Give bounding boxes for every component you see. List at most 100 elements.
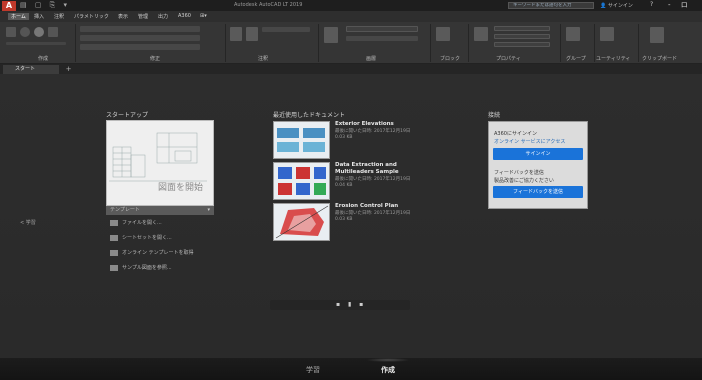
panel-clipboard-label[interactable]: クリップボード: [642, 55, 677, 62]
recent-document-size: 0.04 KB: [335, 183, 353, 188]
circle-tool-icon[interactable]: [34, 27, 44, 37]
tab-parametric[interactable]: パラメトリック: [74, 13, 109, 20]
tab-learn[interactable]: 学習: [306, 365, 320, 375]
panel-utilities-label[interactable]: ユーティリティ: [596, 55, 630, 62]
panel-group-label[interactable]: グループ: [566, 55, 586, 62]
recent-document-name: Exterior Elevations: [335, 121, 394, 127]
recent-document-name: Data Extraction and Multileaders Sample: [335, 162, 399, 175]
panel-properties-label[interactable]: プロパティ: [496, 55, 521, 62]
draw-tools-row[interactable]: [6, 42, 66, 45]
modify-tools-row-3[interactable]: [80, 44, 200, 50]
ribbon-separator: [560, 24, 561, 62]
tab-a360[interactable]: A360: [178, 13, 191, 19]
document-tab-bar: スタート +: [0, 64, 702, 74]
tab-home[interactable]: ホーム: [8, 13, 29, 20]
polyline-tool-icon[interactable]: [20, 27, 30, 37]
tab-create[interactable]: 作成: [381, 365, 395, 375]
tab-insert[interactable]: 挿入: [34, 13, 44, 20]
new-tab-button[interactable]: +: [64, 65, 73, 73]
modify-tools-row-2[interactable]: [80, 35, 200, 41]
panel-block-label[interactable]: ブロック: [440, 55, 460, 62]
measure-icon[interactable]: [600, 27, 614, 41]
start-drawing-label[interactable]: 図面を開始: [158, 180, 203, 193]
recent-documents-title: 最近使用したドキュメント: [273, 112, 346, 119]
start-page: スタートアップ 図面を開始 テンプレート ▾ ファイルを開く... シートセット…: [0, 74, 702, 358]
recent-document-item[interactable]: Exterior Elevations 最後に開いた日時: 2017年12月19…: [273, 121, 453, 159]
ribbon-separator: [75, 24, 76, 62]
panel-annotation-label[interactable]: 注釈: [258, 55, 268, 62]
signin-link[interactable]: 👤 サインイン: [600, 2, 633, 9]
tab-start[interactable]: スタート: [3, 65, 59, 74]
learn-page-arrow[interactable]: < 学習: [20, 219, 36, 226]
signin-heading: A360にサインイン: [494, 131, 537, 137]
recent-document-size: 0.03 KB: [335, 135, 353, 140]
tab-manage[interactable]: 管理: [138, 13, 148, 20]
page-dots-icon[interactable]: ▪ ▮ ▪: [336, 301, 366, 308]
annotation-tools-row[interactable]: [262, 27, 310, 32]
ribbon-separator: [430, 24, 431, 62]
arc-tool-icon[interactable]: [48, 27, 58, 37]
dimension-tool-icon[interactable]: [246, 27, 258, 41]
connect-title: 接続: [488, 112, 501, 119]
open-files-label: ファイルを開く...: [122, 220, 162, 226]
title-bar: A ▤ ▢ ⎘ ▾ Autodesk AutoCAD LT 2019 キーワード…: [0, 0, 702, 18]
linetype-dropdown[interactable]: [494, 34, 550, 39]
panel-layers-label[interactable]: 画層: [366, 55, 376, 62]
template-dropdown[interactable]: テンプレート ▾: [106, 206, 214, 215]
recent-document-item[interactable]: Erosion Control Plan 最後に開いた日時: 2017年12月1…: [273, 203, 453, 241]
insert-block-icon[interactable]: [436, 27, 450, 41]
tab-overflow-icon[interactable]: ⊞▾: [200, 13, 207, 19]
signin-label: サインイン: [607, 3, 633, 9]
layer-properties-icon[interactable]: [324, 27, 338, 43]
ribbon-separator: [225, 24, 226, 62]
page-indicator[interactable]: ▪ ▮ ▪: [270, 300, 410, 310]
sheet-set-icon: [110, 234, 118, 241]
paste-icon[interactable]: [650, 27, 664, 43]
application-menu-button[interactable]: A: [2, 1, 16, 11]
group-icon[interactable]: [566, 27, 580, 41]
lineweight-dropdown[interactable]: [494, 42, 550, 47]
modify-tools-row-1[interactable]: [80, 26, 200, 32]
tab-annotate[interactable]: 注釈: [54, 13, 64, 20]
text-tool-icon[interactable]: [230, 27, 242, 41]
layer-dropdown[interactable]: [346, 26, 418, 32]
panel-modify-label[interactable]: 修正: [150, 55, 160, 62]
sample-drawings-link[interactable]: サンプル図面を参照...: [110, 264, 172, 273]
template-dropdown-label: テンプレート: [110, 207, 140, 213]
online-templates-label: オンライン テンプレートを取得: [122, 250, 194, 256]
signin-button[interactable]: サインイン: [493, 148, 583, 160]
feedback-button[interactable]: フィードバックを送信: [493, 186, 583, 198]
startup-title: スタートアップ: [106, 112, 149, 119]
match-properties-icon[interactable]: [474, 27, 488, 41]
open-files-link[interactable]: ファイルを開く...: [110, 219, 162, 228]
ribbon-tabs: ホーム 挿入 注釈 パラメトリック 表示 管理 出力 A360 ⊞▾: [0, 11, 702, 22]
line-tool-icon[interactable]: [6, 27, 16, 37]
layer-tools-row[interactable]: [346, 36, 418, 41]
help-icon[interactable]: ?: [650, 1, 653, 8]
feedback-heading: フィードバックを送信: [494, 170, 544, 176]
tab-view[interactable]: 表示: [118, 13, 128, 20]
recent-document-thumbnail: [273, 121, 330, 159]
recent-document-size: 0.03 KB: [335, 217, 353, 222]
chevron-down-icon: ▾: [207, 207, 210, 213]
folder-icon: [110, 219, 118, 226]
online-templates-link[interactable]: オンライン テンプレートを取得: [110, 249, 193, 258]
tab-output[interactable]: 出力: [158, 13, 168, 20]
active-page-indicator: [366, 358, 410, 362]
color-dropdown[interactable]: [494, 26, 550, 31]
sample-drawings-label: サンプル図面を参照...: [122, 265, 172, 271]
sample-drawing-icon: [110, 264, 118, 271]
ribbon-separator: [468, 24, 469, 62]
template-icon: [110, 249, 118, 256]
search-input[interactable]: キーワードまたは語句を入力: [508, 2, 594, 9]
recent-document-name: Erosion Control Plan: [335, 203, 399, 209]
open-sheet-set-link[interactable]: シートセットを開く...: [110, 234, 172, 243]
ribbon-separator: [318, 24, 319, 62]
user-icon: 👤: [600, 3, 608, 9]
connect-panel: A360にサインイン オンライン サービスにアクセス サインイン フィードバック…: [488, 121, 588, 209]
recent-document-item[interactable]: Data Extraction and Multileaders Sample …: [273, 162, 453, 200]
start-drawing-thumbnail[interactable]: [106, 120, 214, 206]
signin-description: オンライン サービスにアクセス: [494, 139, 566, 145]
panel-draw-label[interactable]: 作成: [38, 55, 48, 62]
quick-access-toolbar[interactable]: ▤ ▢ ⎘ ▾: [20, 1, 70, 10]
